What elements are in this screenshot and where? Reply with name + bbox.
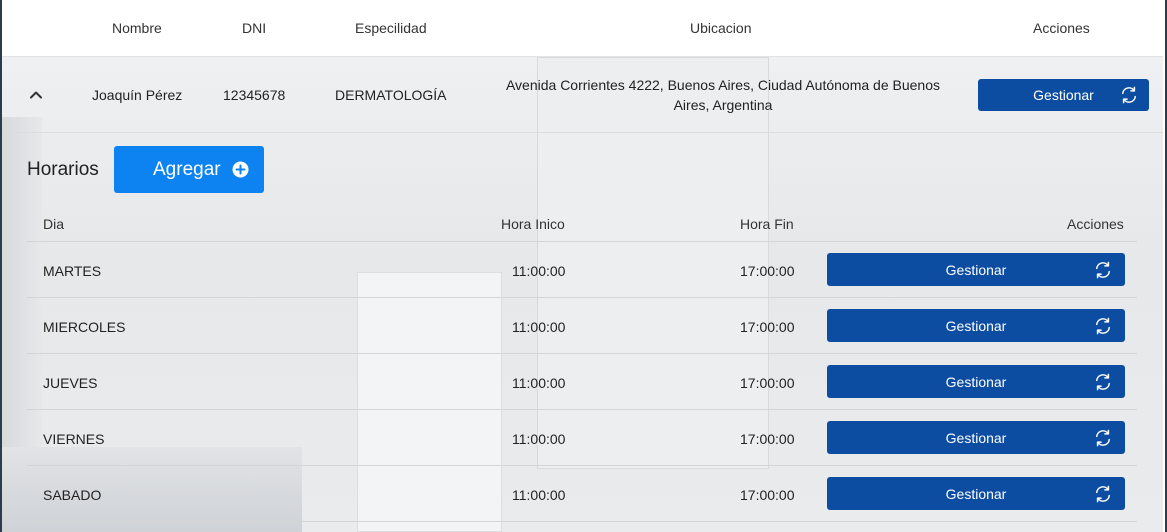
sync-icon [1096,429,1110,446]
row-hora-inicio: 11:00:00 [512,319,566,335]
column-header-dia: Dia [43,216,65,232]
manage-button-label: Gestionar [1033,87,1094,103]
column-header-especialidad: Especilidad [355,20,427,36]
patient-row: Joaquín Pérez 12345678 DERMATOLOGÍA Aven… [2,57,1163,133]
row-hora-inicio: 11:00:00 [512,263,566,279]
plus-circle-icon [232,161,249,178]
row-dia: SABADO [43,487,102,503]
row-hora-inicio: 11:00:00 [512,431,566,447]
horarios-table-header: Dia Hora Inico Hora Fin Acciones [27,205,1137,242]
column-header-acciones: Acciones [1033,20,1090,36]
table-row: VIERNES 11:00:00 17:00:00 Gestionar [27,410,1137,466]
table-row: MARTES 11:00:00 17:00:00 Gestionar [27,242,1137,298]
row-hora-fin: 17:00:00 [740,375,795,391]
row-hora-inicio: 11:00:00 [512,375,566,391]
row-hora-inicio: 11:00:00 [512,487,566,503]
row-dia: JUEVES [43,375,98,391]
patient-dni: 12345678 [223,87,286,103]
manage-button-label: Gestionar [945,429,1007,446]
column-header-hora-fin: Hora Fin [740,216,794,232]
manage-horario-button[interactable]: Gestionar [827,253,1125,286]
manage-patient-button[interactable]: Gestionar [978,79,1149,111]
row-hora-fin: 17:00:00 [740,487,795,503]
manage-horario-button[interactable]: Gestionar [827,421,1125,454]
horarios-title: Horarios [27,159,99,180]
table-row: JUEVES 11:00:00 17:00:00 Gestionar [27,354,1137,410]
column-header-nombre: Nombre [112,20,162,36]
column-header-hora-inicio: Hora Inico [501,216,565,232]
chevron-up-icon[interactable] [28,87,44,103]
manage-button-label: Gestionar [945,485,1007,502]
add-horario-button[interactable]: Agregar [114,146,264,193]
manage-button-label: Gestionar [945,317,1007,334]
patient-especialidad: DERMATOLOGÍA [335,87,447,103]
sync-icon [1122,86,1136,104]
manage-horario-button[interactable]: Gestionar [827,365,1125,398]
sync-icon [1096,485,1110,502]
sync-icon [1096,317,1110,334]
table-row: MIERCOLES 11:00:00 17:00:00 Gestionar [27,298,1137,354]
sync-icon [1096,373,1110,390]
row-dia: VIERNES [43,431,105,447]
column-header-acciones: Acciones [1067,216,1124,232]
patient-ubicacion: Avenida Corrientes 4222, Buenos Aires, C… [505,77,941,113]
row-hora-fin: 17:00:00 [740,431,795,447]
column-header-dni: DNI [242,20,267,36]
row-dia: MIERCOLES [43,319,126,335]
row-hora-fin: 17:00:00 [740,319,795,335]
row-dia: MARTES [43,263,102,279]
sync-icon [1096,261,1110,278]
manage-button-label: Gestionar [945,373,1007,390]
manage-button-label: Gestionar [945,261,1007,278]
patient-nombre: Joaquín Pérez [92,87,183,103]
manage-horario-button[interactable]: Gestionar [827,309,1125,342]
table-row: SABADO 11:00:00 17:00:00 Gestionar [27,466,1137,522]
table-header: Nombre DNI Especilidad Ubicacion Accione… [2,0,1163,57]
manage-horario-button[interactable]: Gestionar [827,477,1125,510]
add-button-label: Agregar [153,159,221,180]
column-header-ubicacion: Ubicacion [690,20,752,36]
row-hora-fin: 17:00:00 [740,263,795,279]
